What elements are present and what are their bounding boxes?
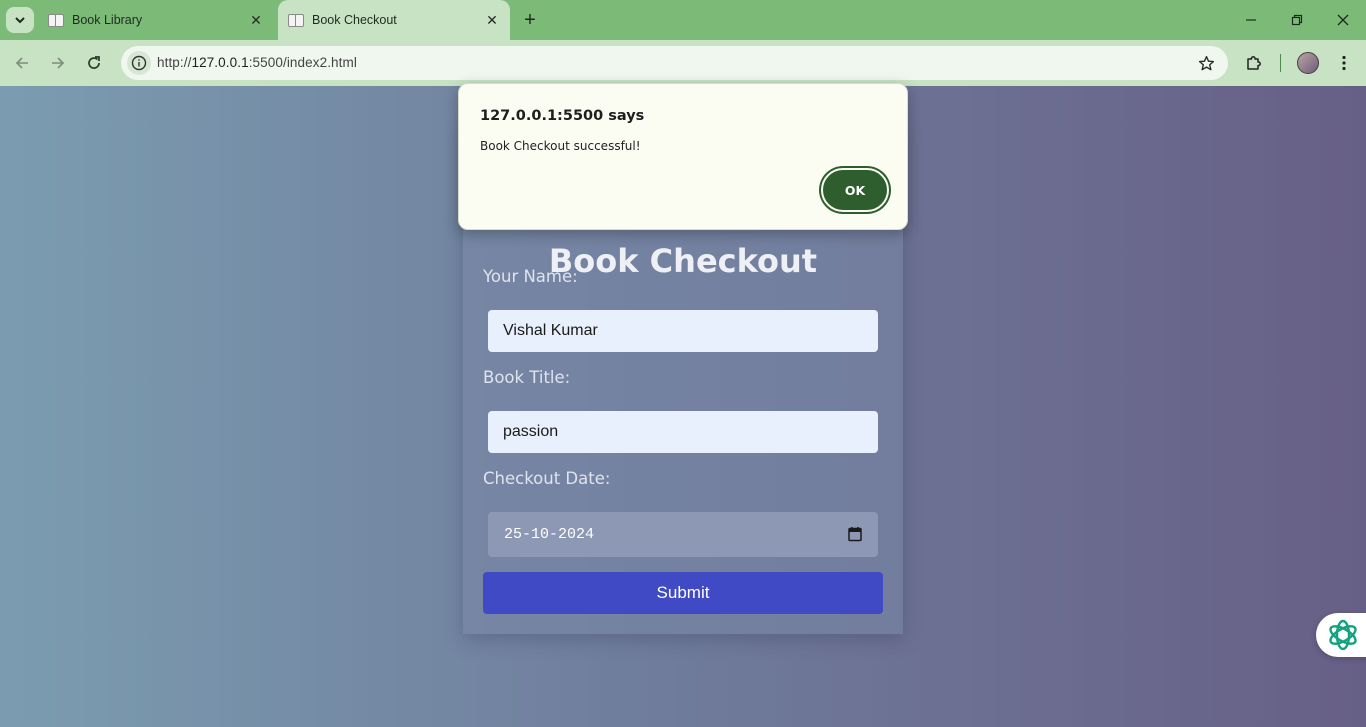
new-tab-button[interactable]: + xyxy=(519,9,541,31)
restore-icon xyxy=(1291,14,1303,26)
tab-strip: Book Library ✕ Book Checkout ✕ + xyxy=(0,0,1366,40)
url-prefix: http:// xyxy=(157,55,192,70)
arrow-left-icon xyxy=(15,57,28,69)
ok-button[interactable]: OK xyxy=(821,168,889,212)
assistant-widget-button[interactable] xyxy=(1316,613,1366,657)
url-text: http://127.0.0.1:5500/index2.html xyxy=(157,55,357,70)
arrow-right-icon xyxy=(52,57,65,69)
close-tab-icon[interactable]: ✕ xyxy=(482,10,502,30)
checkout-date-input[interactable]: 25-10-2024 xyxy=(488,512,878,557)
address-bar[interactable]: http://127.0.0.1:5500/index2.html xyxy=(121,46,1228,80)
book-title-label: Book Title: xyxy=(483,368,571,387)
checkout-date-label: Checkout Date: xyxy=(483,469,611,488)
close-tab-icon[interactable]: ✕ xyxy=(246,10,266,30)
alert-dialog: 127.0.0.1:5500 says Book Checkout succes… xyxy=(458,83,908,230)
date-value: 25-10-2024 xyxy=(504,526,595,543)
openai-logo-icon xyxy=(1329,619,1357,651)
minimize-button[interactable] xyxy=(1239,8,1263,32)
url-host: 127.0.0.1 xyxy=(191,55,249,70)
tab-title: Book Checkout xyxy=(312,13,397,27)
close-icon xyxy=(1337,14,1349,26)
dialog-message: Book Checkout successful! xyxy=(480,139,641,153)
book-favicon-icon xyxy=(48,13,64,27)
reload-icon xyxy=(88,56,100,69)
name-label: Your Name: xyxy=(483,267,578,286)
chevron-down-icon xyxy=(15,17,25,24)
site-info-button[interactable] xyxy=(127,51,151,75)
close-window-button[interactable] xyxy=(1331,8,1355,32)
forward-button[interactable] xyxy=(46,51,70,75)
menu-button[interactable] xyxy=(1332,51,1356,75)
restore-button[interactable] xyxy=(1285,8,1309,32)
name-input[interactable]: Vishal Kumar xyxy=(488,310,878,352)
tab-title: Book Library xyxy=(72,13,143,27)
tab-book-library[interactable]: Book Library ✕ xyxy=(38,0,274,40)
tab-search-button[interactable] xyxy=(6,7,34,33)
star-icon xyxy=(1198,55,1214,70)
reload-button[interactable] xyxy=(82,51,106,75)
browser-toolbar: http://127.0.0.1:5500/index2.html xyxy=(0,40,1366,86)
extensions-button[interactable] xyxy=(1242,51,1266,75)
submit-button[interactable]: Submit xyxy=(483,572,883,614)
book-favicon-icon xyxy=(288,13,304,27)
bookmark-star-button[interactable] xyxy=(1196,53,1216,73)
calendar-icon[interactable] xyxy=(848,526,862,542)
info-icon xyxy=(131,55,147,71)
url-path: :5500/index2.html xyxy=(248,55,357,70)
tab-book-checkout[interactable]: Book Checkout ✕ xyxy=(278,0,510,40)
puzzle-icon xyxy=(1247,56,1261,70)
dialog-title: 127.0.0.1:5500 says xyxy=(480,108,645,124)
minimize-icon xyxy=(1246,19,1256,21)
kebab-menu-icon xyxy=(1342,55,1346,71)
book-title-input[interactable]: passion xyxy=(488,411,878,453)
toolbar-divider xyxy=(1280,54,1281,72)
back-button[interactable] xyxy=(10,51,34,75)
profile-avatar[interactable] xyxy=(1297,52,1319,74)
